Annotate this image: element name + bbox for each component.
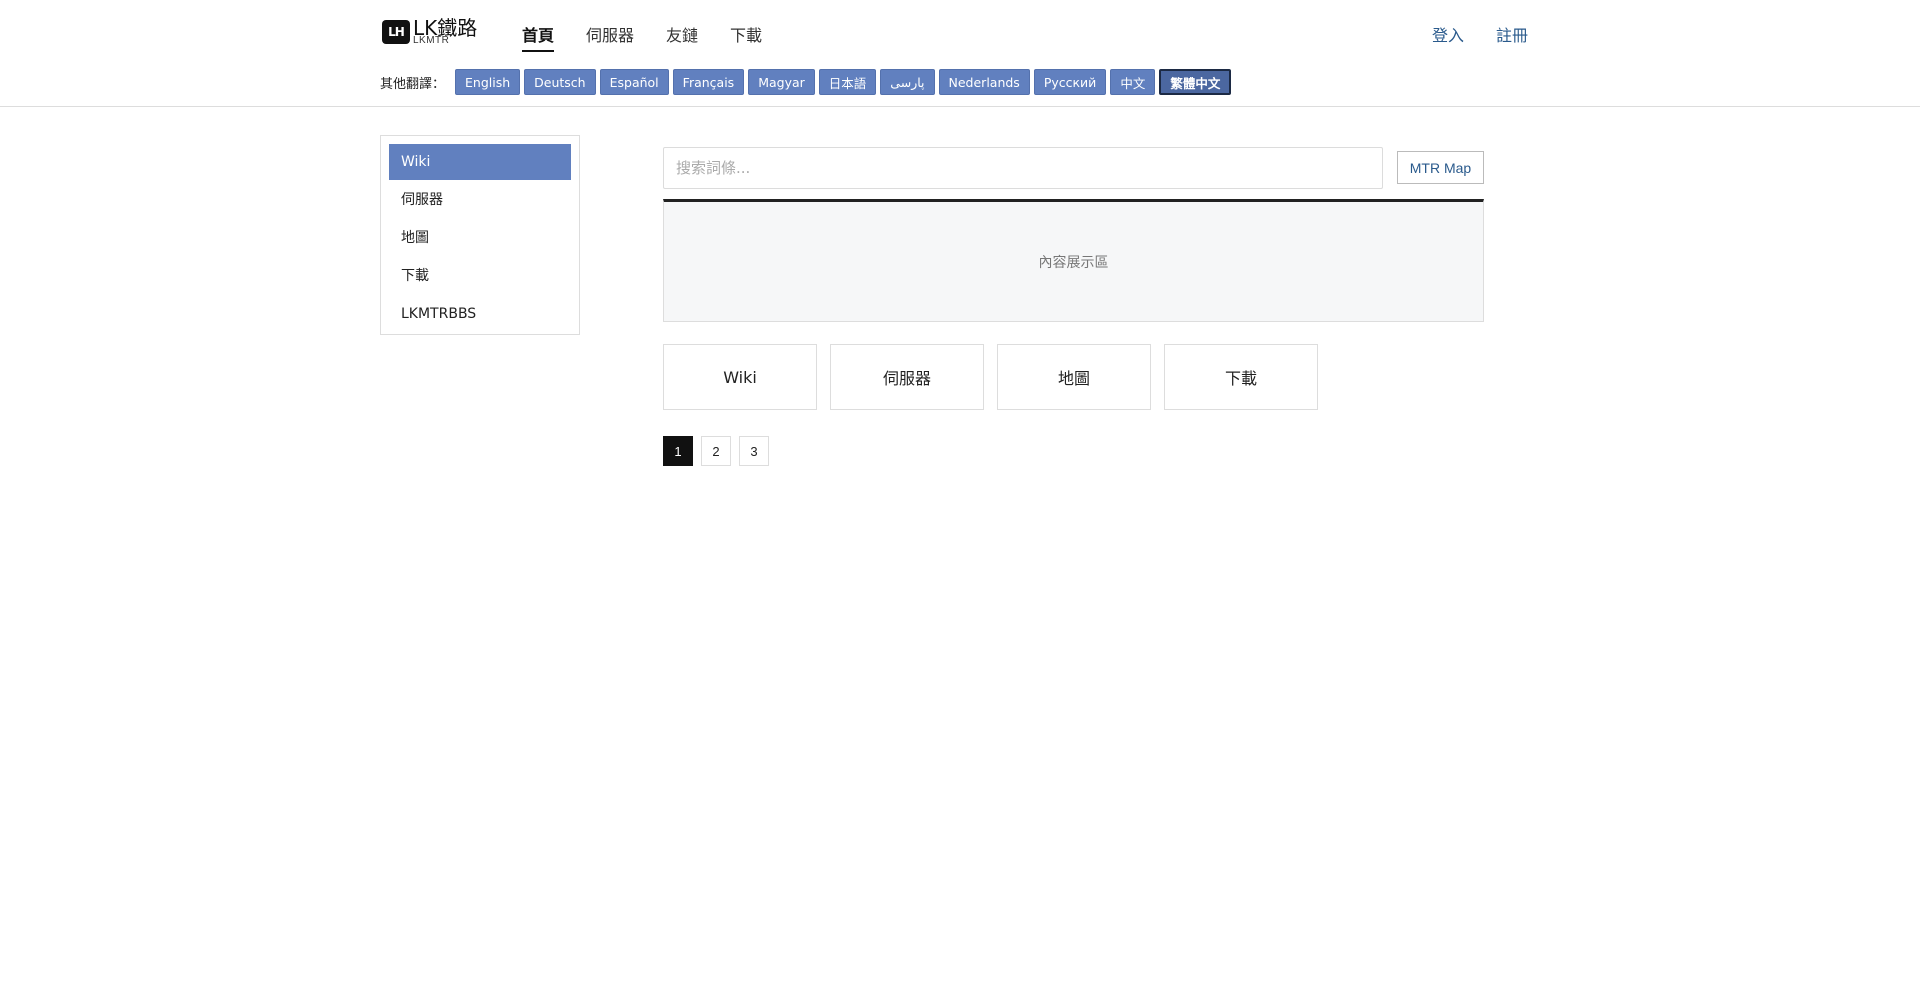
- lang-button-dutch[interactable]: Nederlands: [938, 69, 1030, 95]
- site-logo[interactable]: LH LK鐵路 LKMTR: [382, 17, 477, 47]
- lang-button-hungarian[interactable]: Magyar: [748, 69, 815, 95]
- pagination: 1 2 3: [663, 436, 769, 466]
- card-map[interactable]: 地圖: [997, 344, 1151, 410]
- sidebar-item-wiki[interactable]: Wiki: [389, 144, 571, 180]
- search-input[interactable]: [663, 147, 1383, 189]
- nav-item-servers[interactable]: 伺服器: [586, 22, 634, 52]
- site-header: LH LK鐵路 LKMTR 首頁 伺服器 友鏈 下載 登入 註冊 其他翻譯： E…: [0, 0, 1920, 107]
- sidebar-item-downloads[interactable]: 下載: [389, 258, 571, 294]
- content-placeholder-text: 內容展示區: [1038, 254, 1109, 271]
- card-downloads[interactable]: 下載: [1164, 344, 1318, 410]
- language-label: 其他翻譯：: [380, 76, 446, 92]
- lang-button-spanish[interactable]: Español: [599, 69, 669, 95]
- lang-button-chinese-simplified[interactable]: 中文: [1110, 69, 1156, 95]
- page-button-1[interactable]: 1: [663, 436, 693, 466]
- auth-links: 登入 註冊: [1432, 22, 1528, 46]
- page-button-3[interactable]: 3: [739, 436, 769, 466]
- sidebar: Wiki 伺服器 地圖 下載 LKMTRBBS: [380, 135, 580, 335]
- nav-item-friend-links[interactable]: 友鏈: [666, 22, 698, 52]
- mtr-map-button[interactable]: MTR Map: [1397, 151, 1484, 184]
- lang-button-german[interactable]: Deutsch: [524, 69, 596, 95]
- content-display-area: 內容展示區: [663, 199, 1484, 322]
- logo-text: LK鐵路 LKMTR: [413, 18, 477, 46]
- sidebar-item-map[interactable]: 地圖: [389, 220, 571, 256]
- login-link[interactable]: 登入: [1432, 22, 1464, 46]
- page-button-2[interactable]: 2: [701, 436, 731, 466]
- lang-button-japanese[interactable]: 日本語: [818, 69, 877, 95]
- lang-button-russian[interactable]: Русский: [1033, 69, 1107, 95]
- register-link[interactable]: 註冊: [1496, 22, 1528, 46]
- nav-item-downloads[interactable]: 下載: [730, 22, 762, 52]
- quick-links: Wiki 伺服器 地圖 下載: [663, 344, 1318, 410]
- card-servers[interactable]: 伺服器: [830, 344, 984, 410]
- lang-button-persian[interactable]: پارسی: [880, 69, 935, 95]
- lang-button-chinese-traditional[interactable]: 繁體中文: [1159, 69, 1232, 95]
- lang-button-french[interactable]: Français: [672, 69, 745, 95]
- nav-item-home[interactable]: 首頁: [522, 22, 555, 52]
- logo-subtitle: LKMTR: [413, 35, 450, 46]
- card-wiki[interactable]: Wiki: [663, 344, 817, 410]
- main-nav: 首頁 伺服器 友鏈 下載: [522, 22, 762, 52]
- language-bar: 其他翻譯： English Deutsch Español Français M…: [380, 69, 1235, 95]
- logo-icon: LH: [382, 20, 410, 44]
- lang-button-english[interactable]: English: [455, 69, 521, 95]
- sidebar-item-lkmtrbbs[interactable]: LKMTRBBS: [389, 296, 571, 332]
- sidebar-item-servers[interactable]: 伺服器: [389, 182, 571, 218]
